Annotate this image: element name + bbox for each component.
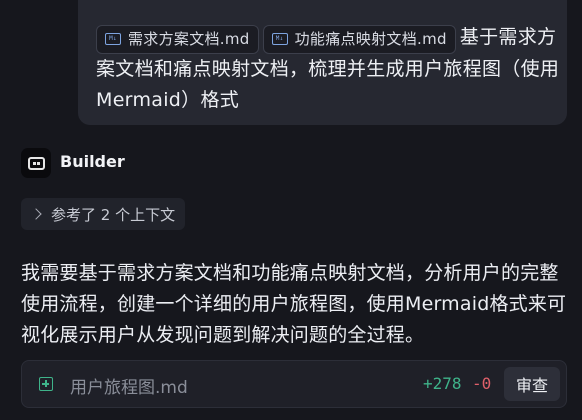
chevron-right-icon <box>30 208 42 220</box>
context-toggle[interactable]: 参考了 2 个上下文 <box>21 198 186 230</box>
markdown-file-icon: M↓ <box>271 33 288 45</box>
attachment-name: 功能痛点映射文档.md <box>294 29 447 48</box>
builder-avatar <box>21 148 51 178</box>
file-change-card[interactable]: 用户旅程图.md +278 -0 审查 <box>21 360 567 408</box>
user-message: M↓ 需求方案文档.md M↓ 功能痛点映射文档.md 基于需求方案文档和痛点映… <box>96 22 562 116</box>
lines-added-count: +278 <box>423 374 462 393</box>
attachment-chip[interactable]: M↓ 功能痛点映射文档.md <box>262 24 456 54</box>
file-add-icon <box>39 377 53 391</box>
lines-removed-count: -0 <box>472 374 492 393</box>
changed-file-name[interactable]: 用户旅程图.md <box>70 373 188 398</box>
attachment-chip[interactable]: M↓ 需求方案文档.md <box>96 24 259 54</box>
assistant-name: Builder <box>60 152 125 171</box>
chat-panel: M↓ 需求方案文档.md M↓ 功能痛点映射文档.md 基于需求方案文档和痛点映… <box>0 0 582 420</box>
markdown-file-icon: M↓ <box>105 33 121 45</box>
attachment-name: 需求方案文档.md <box>128 29 250 48</box>
assistant-response: 我需要基于需求方案文档和功能痛点映射文档，分析用户的完整使用流程，创建一个详细的… <box>21 262 567 346</box>
robot-icon <box>27 156 45 170</box>
context-label: 参考了 2 个上下文 <box>51 205 176 224</box>
review-button[interactable]: 审查 <box>504 367 560 401</box>
